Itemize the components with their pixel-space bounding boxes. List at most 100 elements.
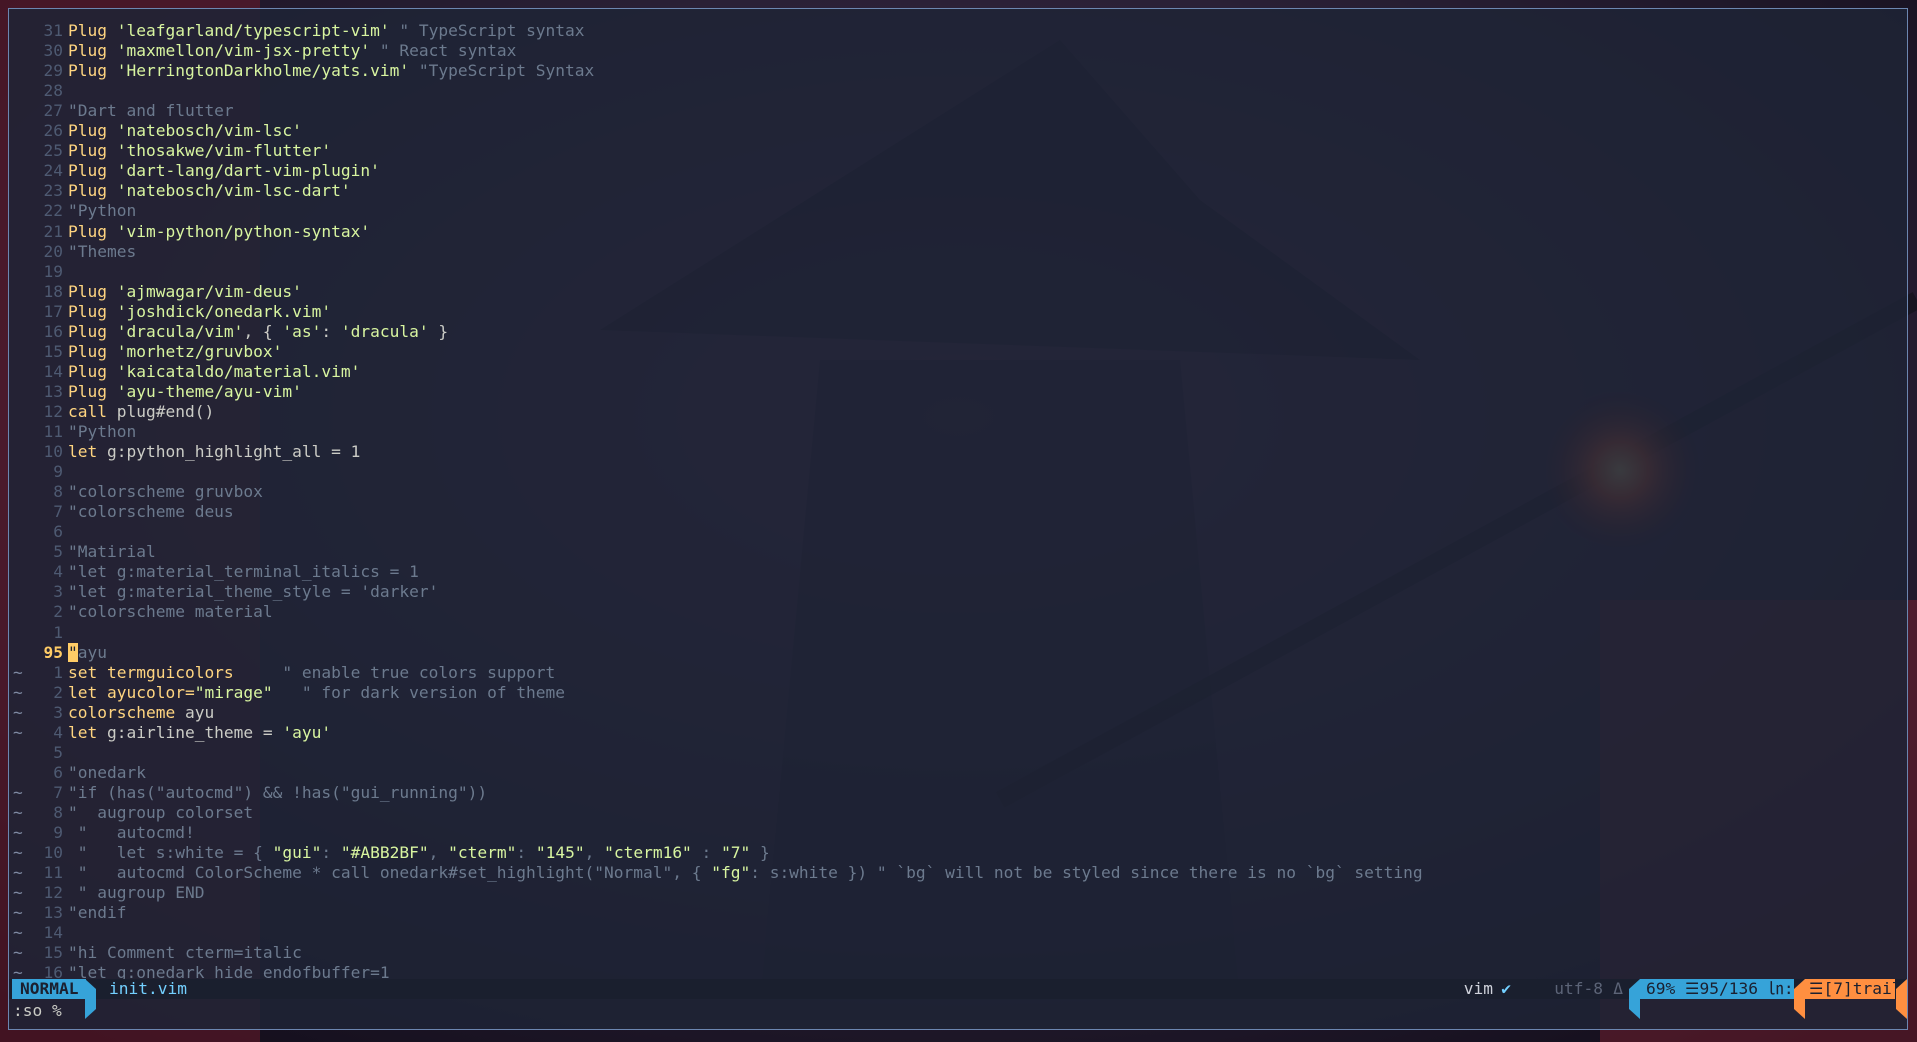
tilde-marker: ~ [13, 662, 23, 682]
code-token: , [584, 843, 605, 863]
line-number: 7 [53, 502, 63, 522]
line-number: 18 [43, 281, 64, 301]
line-number: 13 [43, 381, 64, 401]
line-content: Plug 'natebosch/vim-lsc' [68, 121, 302, 141]
line-content: "Dart and flutter [68, 101, 234, 121]
line-number: 14 [43, 923, 64, 943]
line-content: Plug 'natebosch/vim-lsc-dart' [68, 181, 351, 201]
line-number: 24 [43, 161, 64, 181]
cursor-position: 69% ☰95/136 ㏑:1 [1640, 979, 1803, 999]
line-number: 15 [43, 943, 64, 963]
code-token: 'ayu' [282, 722, 332, 742]
code-token: 'maxmellon/vim-jsx-pretty' [116, 41, 371, 61]
code-token: Plug [68, 41, 117, 61]
code-token: g:airline_theme = [106, 722, 283, 742]
code-token: "onedark [68, 762, 146, 782]
line-number: 23 [43, 181, 64, 201]
line-number: 6 [53, 762, 63, 782]
tilde-marker: ~ [13, 843, 23, 863]
line-content: Plug 'ayu-theme/ayu-vim' [68, 382, 302, 402]
code-token: 'HerringtonDarkholme/yats.vim' [116, 61, 410, 81]
code-token: let [68, 722, 107, 742]
code-token: "gui" [272, 843, 322, 863]
line-number: 3 [53, 702, 63, 722]
tilde-marker: ~ [13, 883, 23, 903]
line-number: 15 [43, 341, 64, 361]
line-content: "onedark [68, 763, 146, 783]
tilde-marker: ~ [13, 863, 23, 883]
line-content: "ayu [68, 642, 107, 663]
line-number: 7 [53, 782, 63, 802]
code-token: : [321, 843, 341, 863]
line-content: Plug 'maxmellon/vim-jsx-pretty' " React … [68, 41, 516, 61]
code-token: " TypeScript syntax [389, 21, 585, 40]
code-token: 'joshdick/onedark.vim' [116, 301, 332, 321]
code-token: "7" [721, 843, 751, 863]
code-token: "colorscheme deus [68, 502, 234, 522]
line-number: 29 [43, 61, 64, 81]
line-number: 6 [53, 522, 63, 542]
line-content: Plug 'dracula/vim', { 'as': 'dracula' } [68, 322, 448, 342]
code-token: Plug [68, 141, 117, 161]
line-number: 12 [43, 401, 64, 421]
code-token: "cterm" [448, 843, 517, 863]
code-token: " let s:white = { [68, 843, 273, 863]
text-cursor: " [68, 642, 78, 662]
code-token: 'dracula/vim' [116, 321, 244, 341]
line-content: "let g:material_theme_style = 'darker' [68, 582, 438, 602]
code-token: 'natebosch/vim-lsc' [116, 121, 302, 141]
code-token: "let g:material_terminal_italics = 1 [68, 562, 419, 582]
line-content: "if (has("autocmd") && !has("gui_running… [68, 783, 487, 803]
code-token: } [750, 843, 770, 863]
powerline-separator [85, 979, 96, 1019]
tilde-marker: ~ [13, 802, 23, 822]
code-token: "#ABB2BF" [340, 843, 429, 863]
line-number: 31 [43, 21, 64, 40]
line-number: 17 [43, 301, 64, 321]
code-token: "Dart and flutter [68, 101, 234, 121]
code-token: " augroup colorset [68, 802, 254, 822]
line-number: 5 [53, 742, 63, 762]
line-content: "hi Comment cterm=italic [68, 943, 302, 963]
code-token: 'dracula' [340, 321, 429, 341]
code-token: 'ajmwagar/vim-deus' [116, 281, 302, 301]
line-number: 27 [43, 101, 64, 121]
file-type: vim [1463, 979, 1493, 998]
line-content: "colorscheme material [68, 602, 273, 622]
line-number: 1 [53, 622, 63, 642]
code-token: "Themes [68, 241, 137, 261]
command-line[interactable]: :so % [13, 1001, 62, 1021]
line-number: 21 [43, 221, 64, 241]
code-token: Plug [68, 361, 117, 381]
powerline-separator [1896, 979, 1907, 1019]
code-token: 'vim-python/python-syntax' [116, 221, 371, 241]
line-number: 3 [53, 582, 63, 602]
code-token: 'thosakwe/vim-flutter' [116, 141, 332, 161]
code-token: 'dart-lang/dart-vim-plugin' [116, 161, 380, 181]
line-number: 10 [43, 442, 64, 462]
code-token: 'natebosch/vim-lsc-dart' [116, 181, 351, 201]
line-content: "colorscheme gruvbox [68, 482, 263, 502]
terminal-window[interactable]: 31 Plug 'leafgarland/typescript-vim' " Ty… [8, 8, 1908, 1030]
line-content: " augroup colorset [68, 803, 253, 823]
line-number: 9 [53, 823, 63, 842]
tilde-marker: ~ [13, 943, 23, 963]
line-content: Plug 'vim-python/python-syntax' [68, 222, 370, 242]
code-token: : [691, 843, 722, 863]
line-content: " let s:white = { "gui": "#ABB2BF", "cte… [68, 843, 770, 863]
tilde-marker: ~ [13, 923, 23, 943]
code-token: "Python [68, 201, 137, 221]
code-token: Plug [68, 301, 117, 321]
code-token: : [321, 321, 341, 341]
line-number: 2 [53, 602, 63, 622]
checkmark-icon: ✔ [1501, 979, 1511, 998]
code-token: , { [243, 321, 283, 341]
code-token: 'ayu-theme/ayu-vim' [116, 381, 302, 401]
code-token: "mirage" [194, 682, 273, 702]
line-content: "endif [68, 903, 126, 923]
line-number: 30 [43, 41, 64, 61]
line-number: 25 [43, 141, 64, 161]
code-token: : s:white }) " `bg` will not be styled s… [750, 863, 1423, 883]
code-token: 'as' [282, 321, 322, 341]
code-token: ayu [77, 642, 107, 662]
